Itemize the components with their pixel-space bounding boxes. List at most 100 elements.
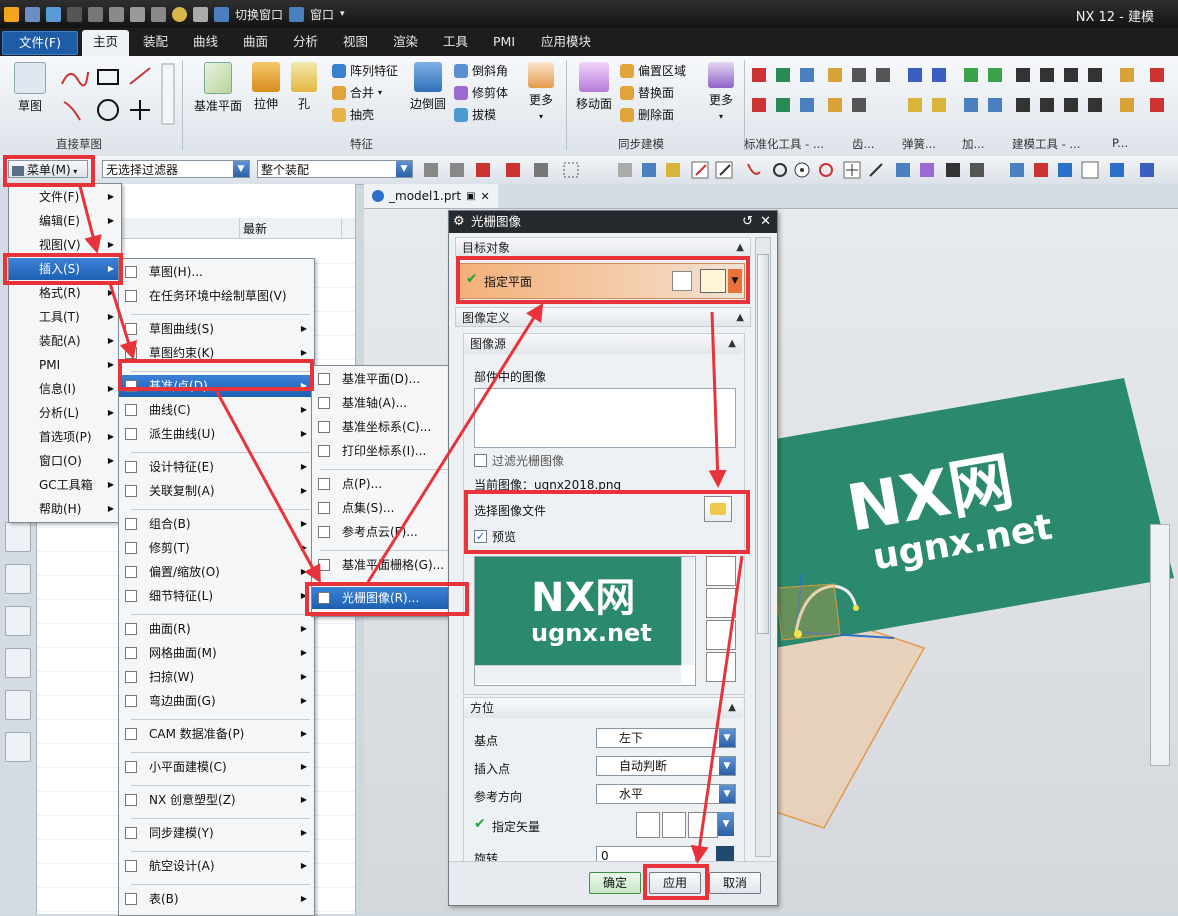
- more-sync-button[interactable]: 更多 ▾: [704, 62, 738, 122]
- section-image-definition[interactable]: 图像定义 ▲: [455, 307, 751, 327]
- datum-plane-button[interactable]: 基准平面: [190, 62, 246, 114]
- tab-surface[interactable]: 曲面: [232, 31, 279, 53]
- save-icon[interactable]: [25, 6, 40, 22]
- extrude-button[interactable]: 拉伸: [248, 62, 284, 112]
- tab-options-icon[interactable]: ▣: [466, 191, 475, 202]
- more-features-button[interactable]: 更多 ▾: [524, 62, 558, 122]
- offset-region-button[interactable]: 偏置区域: [620, 62, 686, 79]
- insert-point-dropdown[interactable]: 自动判断 ▼: [596, 756, 736, 776]
- ok-button[interactable]: 确定: [589, 872, 641, 894]
- insert-menu-item-16[interactable]: 弯边曲面(G) ▶: [119, 690, 314, 712]
- datum-menu-item-3[interactable]: 打印坐标系(I)...: [312, 440, 468, 462]
- edge-blend-button[interactable]: 边倒圆: [406, 62, 450, 112]
- tab-render[interactable]: 渲染: [382, 31, 429, 53]
- insert-menu-item-9[interactable]: 组合(B) ▶: [119, 513, 314, 535]
- system-materials-icon[interactable]: [5, 732, 31, 762]
- insert-menu-item-6[interactable]: 派生曲线(U) ▶: [119, 423, 314, 445]
- main-menu-item-8[interactable]: 信息(I) ▶: [9, 378, 121, 400]
- reset-icon[interactable]: ↺: [742, 211, 753, 233]
- tool-icon-grid[interactable]: [748, 64, 1178, 130]
- palette-icon[interactable]: [5, 564, 31, 594]
- main-menu-item-5[interactable]: 工具(T) ▶: [9, 306, 121, 328]
- replace-face-button[interactable]: 替换面: [620, 84, 674, 101]
- tab-application[interactable]: 应用模块: [530, 31, 602, 53]
- column-latest[interactable]: 最新: [243, 220, 267, 237]
- window-button[interactable]: 窗口: [310, 6, 334, 23]
- insert-menu-item-20[interactable]: 同步建模(Y) ▶: [119, 822, 314, 844]
- document-tab[interactable]: _model1.prt ▣ ✕: [364, 184, 498, 208]
- main-menu-item-12[interactable]: GC工具箱 ▶: [9, 474, 121, 496]
- touch-mode-icon[interactable]: [172, 6, 187, 22]
- insert-menu-item-10[interactable]: 修剪(T) ▶: [119, 537, 314, 559]
- flip-horizontal-icon[interactable]: [706, 620, 736, 650]
- datum-menu-item-4[interactable]: 点(P)...: [312, 473, 468, 495]
- insert-menu-item-13[interactable]: 曲面(R) ▶: [119, 618, 314, 640]
- preview-vscrollbar[interactable]: [681, 557, 694, 665]
- tab-pmi[interactable]: PMI: [482, 31, 526, 53]
- mirror-horizontal-icon[interactable]: [706, 556, 736, 586]
- snap-toolbar-icons[interactable]: [420, 160, 1178, 180]
- main-menu-item-7[interactable]: PMI ▶: [9, 354, 121, 376]
- dialog-scrollbar-thumb[interactable]: [757, 254, 769, 634]
- preview-hscrollbar[interactable]: [475, 665, 681, 684]
- paste-icon[interactable]: [130, 6, 145, 22]
- insert-menu-item-2[interactable]: 草图曲线(S) ▶: [119, 318, 314, 340]
- tab-analysis[interactable]: 分析: [282, 31, 329, 53]
- insert-menu-item-15[interactable]: 扫掠(W) ▶: [119, 666, 314, 688]
- cut-icon[interactable]: [88, 6, 103, 22]
- sketch-button[interactable]: 草图: [10, 62, 50, 114]
- insert-menu-item-17[interactable]: CAM 数据准备(P) ▶: [119, 723, 314, 745]
- main-menu-item-11[interactable]: 窗口(O) ▶: [9, 450, 121, 472]
- datum-menu-item-7[interactable]: 基准平面栅格(G)...: [312, 554, 468, 576]
- dialog-scrollbar[interactable]: [755, 237, 771, 857]
- mirror-vertical-icon[interactable]: [706, 588, 736, 618]
- datum-menu-item-2[interactable]: 基准坐标系(C)...: [312, 416, 468, 438]
- redo-icon[interactable]: [67, 6, 82, 22]
- vector-dialog-icon[interactable]: [662, 812, 686, 838]
- delete-face-button[interactable]: 删除面: [620, 106, 674, 123]
- vector-type-icon[interactable]: [688, 812, 718, 838]
- insert-menu-item-22[interactable]: 表(B) ▶: [119, 888, 314, 910]
- insert-menu-item-7[interactable]: 设计特征(E) ▶: [119, 456, 314, 478]
- chevron-down-icon[interactable]: ▾: [378, 88, 382, 97]
- chevron-down-icon[interactable]: ▼: [718, 812, 734, 836]
- draft-button[interactable]: 拔模: [454, 106, 496, 123]
- images-in-part-list[interactable]: [474, 388, 736, 448]
- web-browser-icon[interactable]: [5, 690, 31, 720]
- selection-filter-dropdown[interactable]: 无选择过滤器 ▼: [102, 160, 250, 178]
- main-menu-item-0[interactable]: 文件(F) ▶: [9, 186, 121, 208]
- main-menu-item-6[interactable]: 装配(A) ▶: [9, 330, 121, 352]
- close-icon[interactable]: ✕: [481, 190, 490, 203]
- insert-menu-item-1[interactable]: 在任务环境中绘制草图(V): [119, 285, 314, 307]
- sketch-curve-icons[interactable]: [58, 62, 178, 126]
- chamfer-button[interactable]: 倒斜角: [454, 62, 508, 79]
- tab-home[interactable]: 主页: [82, 30, 130, 56]
- roles-icon[interactable]: [5, 648, 31, 678]
- datum-menu-item-1[interactable]: 基准轴(A)...: [312, 392, 468, 414]
- hole-button[interactable]: 孔: [288, 62, 320, 112]
- datum-menu-item-5[interactable]: 点集(S)...: [312, 497, 468, 519]
- section-image-source[interactable]: 图像源 ▲: [464, 334, 742, 354]
- main-menu-item-13[interactable]: 帮助(H) ▶: [9, 498, 121, 520]
- insert-menu-item-14[interactable]: 网格曲面(M) ▶: [119, 642, 314, 664]
- datum-menu-item-0[interactable]: 基准平面(D)...: [312, 368, 468, 390]
- section-orientation[interactable]: 方位 ▲: [464, 698, 742, 718]
- insert-menu-item-12[interactable]: 细节特征(L) ▶: [119, 585, 314, 607]
- main-menu-item-1[interactable]: 编辑(E) ▶: [9, 210, 121, 232]
- shell-button[interactable]: 抽壳: [332, 106, 374, 123]
- insert-menu-item-18[interactable]: 小平面建模(C) ▶: [119, 756, 314, 778]
- undo-icon[interactable]: [46, 6, 61, 22]
- flip-vertical-icon[interactable]: [706, 652, 736, 682]
- filter-raster-checkbox[interactable]: [474, 454, 487, 467]
- chevron-down-icon[interactable]: ▾: [340, 9, 345, 19]
- pattern-feature-button[interactable]: 阵列特征: [332, 62, 398, 79]
- selection-scope-dropdown[interactable]: 整个装配 ▼: [257, 160, 413, 178]
- main-menu-item-10[interactable]: 首选项(P) ▶: [9, 426, 121, 448]
- history-icon[interactable]: [5, 522, 31, 552]
- close-icon[interactable]: ✕: [760, 211, 771, 233]
- tab-tools[interactable]: 工具: [432, 31, 479, 53]
- switch-window-button[interactable]: 切换窗口: [235, 6, 283, 23]
- graphics-scrollbar[interactable]: [1150, 524, 1170, 766]
- reverse-direction-icon[interactable]: [636, 812, 660, 838]
- cancel-button[interactable]: 取消: [709, 872, 761, 894]
